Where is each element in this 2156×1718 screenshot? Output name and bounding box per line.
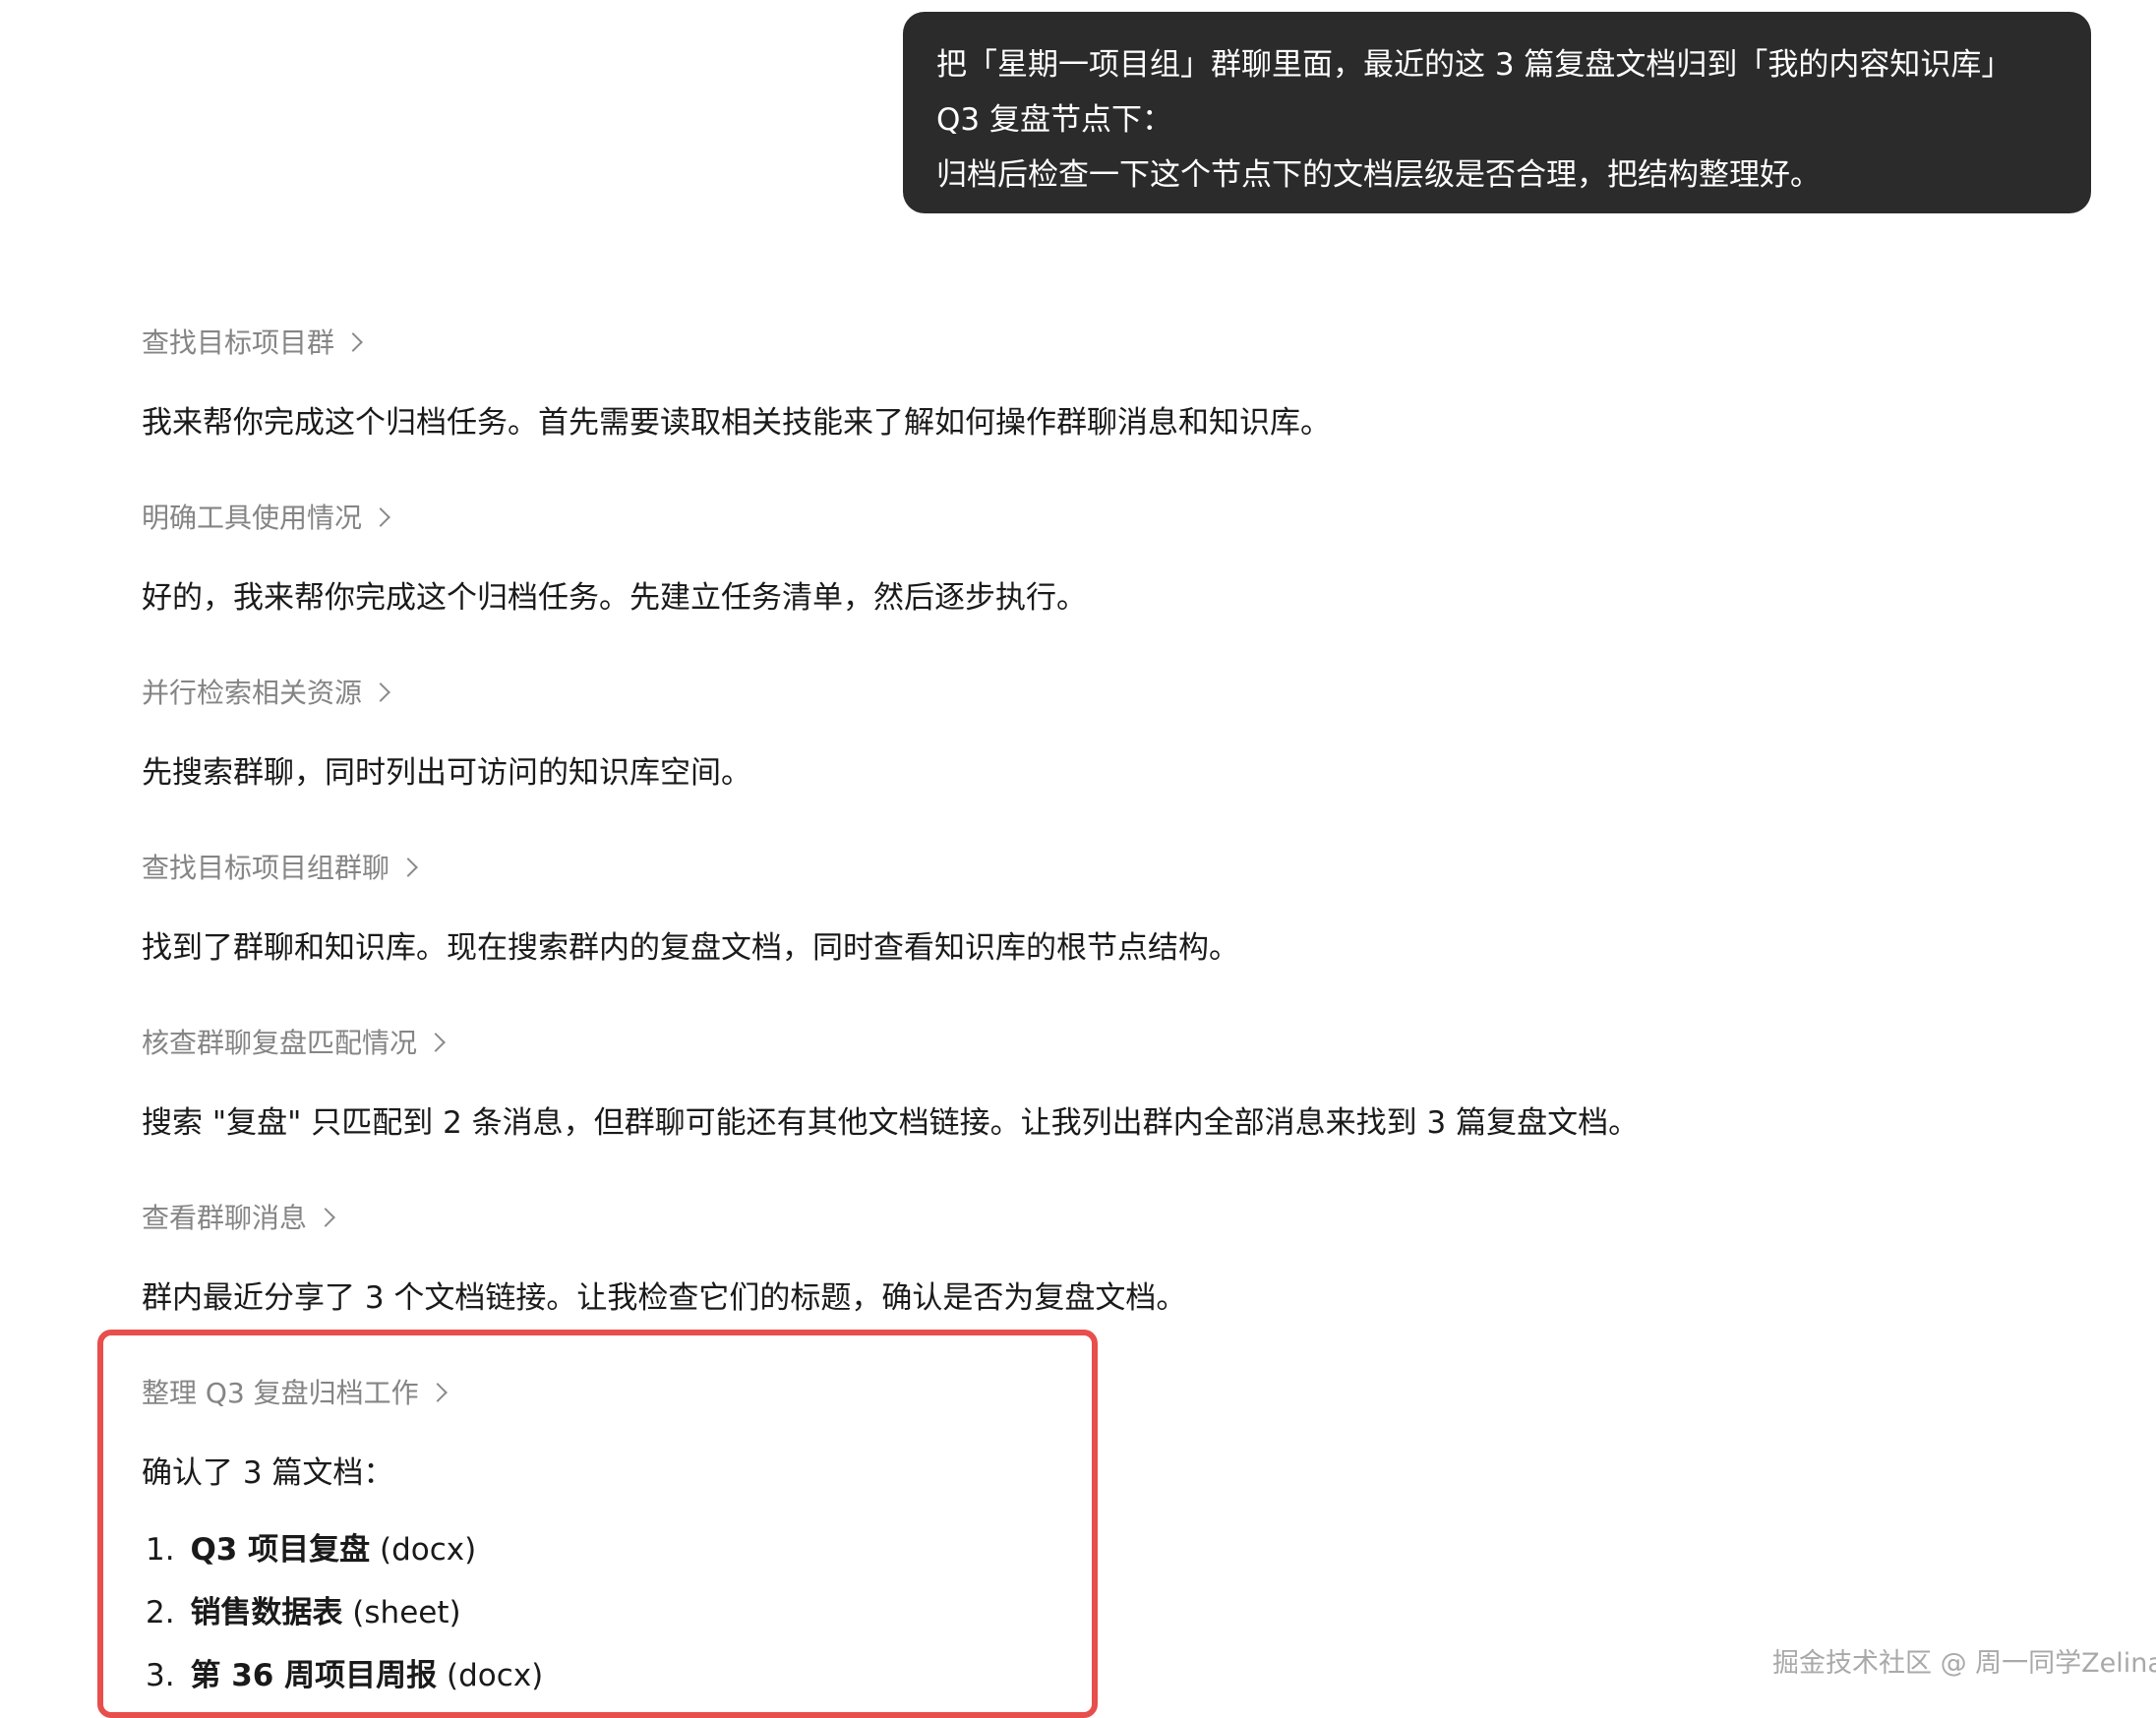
assistant-reply: 我来帮你完成这个归档任务。首先需要读取相关技能来了解如何操作群聊消息和知识库。 [142,405,1331,441]
document-title: Q3 项目复盘 [190,1532,371,1568]
step-toggle[interactable]: 查看群聊消息 [142,1199,335,1238]
document-type: (docx) [447,1658,544,1693]
document-type: (docx) [380,1532,477,1568]
document-title: 销售数据表 [190,1595,343,1630]
document-list: 1. Q3 项目复盘 (docx) 2. 销售数据表 (sheet) 3. 第 … [146,1528,543,1717]
user-message-bubble: 把「星期一项目组」群聊里面，最近的这 3 篇复盘文档归到「我的内容知识库」 Q3… [903,12,2091,213]
chevron-right-icon [343,332,363,352]
step-toggle[interactable]: 查找目标项目群 [142,324,363,363]
assistant-reply: 群内最近分享了 3 个文档链接。让我检查它们的标题，确认是否为复盘文档。 [142,1280,1187,1316]
assistant-reply: 搜索 "复盘" 只匹配到 2 条消息，但群聊可能还有其他文档链接。让我列出群内全… [142,1105,1640,1141]
document-title: 第 36 周项目周报 [190,1658,438,1693]
user-message-line: Q3 复盘节点下： [936,102,1172,138]
chevron-right-icon [398,858,418,877]
assistant-reply: 找到了群聊和知识库。现在搜索群内的复盘文档，同时查看知识库的根节点结构。 [142,930,1239,966]
chevron-right-icon [371,682,390,702]
step-label: 查看群聊消息 [142,1202,308,1234]
chevron-right-icon [426,1033,446,1052]
assistant-reply: 先搜索群聊，同时列出可访问的知识库空间。 [142,755,751,791]
list-number: 3. [146,1658,175,1693]
list-item: 1. Q3 项目复盘 (docx) [146,1528,543,1591]
step-toggle[interactable]: 整理 Q3 复盘归档工作 [142,1374,448,1413]
user-message-line: 归档后检查一下这个节点下的文档层级是否合理，把结构整理好。 [936,157,1821,193]
step-label: 并行检索相关资源 [142,677,363,709]
list-item: 2. 销售数据表 (sheet) [146,1591,543,1654]
list-number: 1. [146,1532,175,1568]
step-label: 核查群聊复盘匹配情况 [142,1027,418,1059]
assistant-reply: 确认了 3 篇文档： [142,1455,394,1491]
watermark: 掘金技术社区 @ 周一同学Zelina [1772,1648,2156,1679]
list-item: 3. 第 36 周项目周报 (docx) [146,1654,543,1717]
step-label: 整理 Q3 复盘归档工作 [142,1377,419,1409]
step-toggle[interactable]: 明确工具使用情况 [142,499,390,538]
step-toggle[interactable]: 核查群聊复盘匹配情况 [142,1024,446,1063]
document-type: (sheet) [352,1595,461,1630]
chevron-right-icon [316,1208,335,1227]
step-label: 明确工具使用情况 [142,502,363,534]
user-message-line: 把「星期一项目组」群聊里面，最近的这 3 篇复盘文档归到「我的内容知识库」 [936,47,2012,83]
chevron-right-icon [371,507,390,527]
chevron-right-icon [427,1383,448,1402]
assistant-reply: 好的，我来帮你完成这个归档任务。先建立任务清单，然后逐步执行。 [142,580,1087,616]
step-toggle[interactable]: 查找目标项目组群聊 [142,849,418,888]
list-number: 2. [146,1595,175,1630]
step-label: 查找目标项目组群聊 [142,852,390,884]
step-toggle[interactable]: 并行检索相关资源 [142,674,390,713]
step-label: 查找目标项目群 [142,326,335,359]
